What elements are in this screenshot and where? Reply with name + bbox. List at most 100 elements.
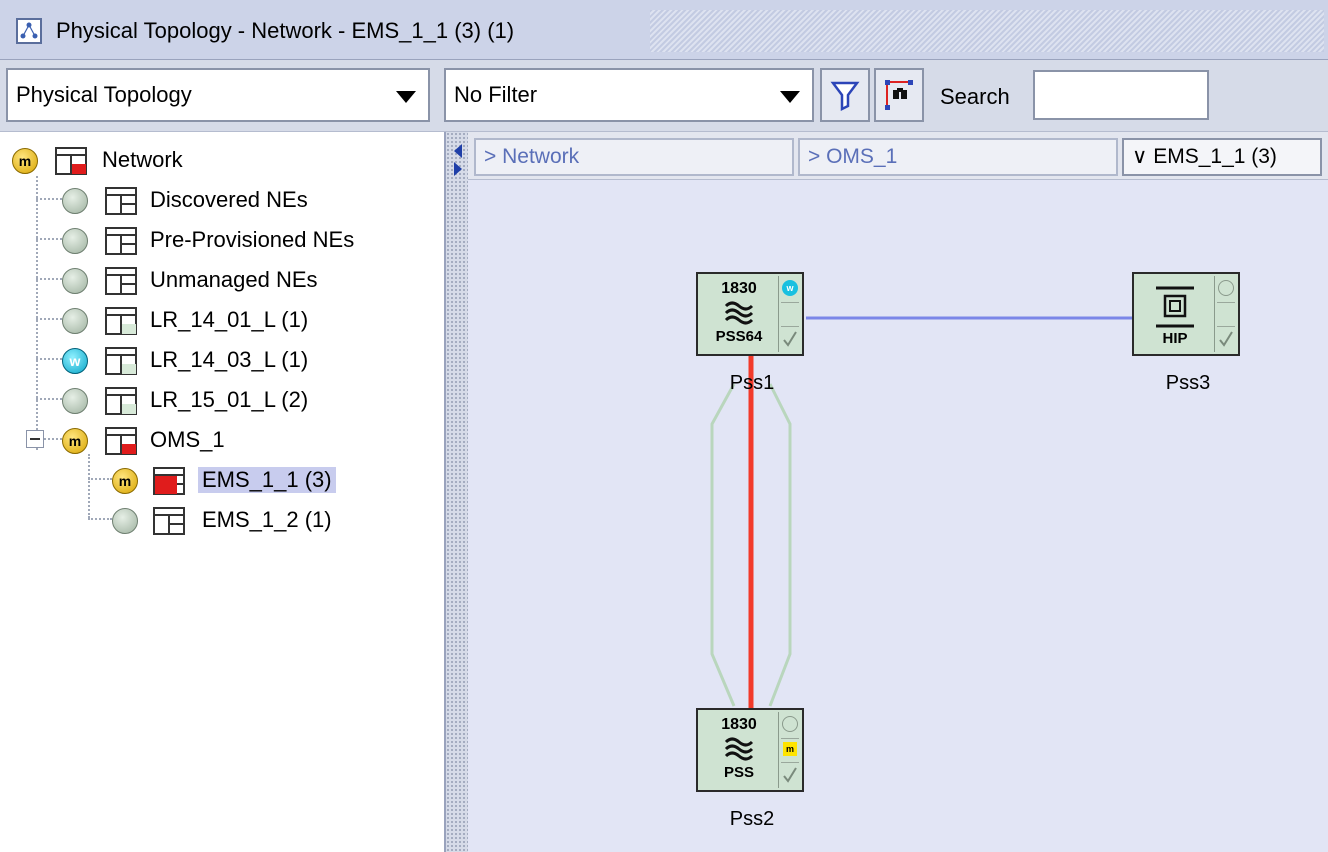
ne-name: Pss1 bbox=[729, 372, 775, 394]
ne-body: 1830 PSS bbox=[700, 712, 778, 788]
ne-status-strip: m bbox=[778, 712, 800, 788]
ne-model-top: 1830 bbox=[721, 716, 757, 733]
ne-name: Pss3 bbox=[1165, 372, 1211, 394]
ne-name: Pss2 bbox=[729, 808, 775, 830]
toolbar: Physical Topology No Filter Search bbox=[0, 60, 1328, 132]
view-select[interactable]: Physical Topology bbox=[6, 68, 430, 122]
tree-connector bbox=[88, 454, 90, 518]
find-button[interactable] bbox=[874, 68, 924, 122]
status-badge: m bbox=[112, 468, 138, 494]
check-icon bbox=[781, 326, 799, 348]
tree-connector bbox=[36, 198, 62, 200]
tree-item-unmanaged-nes[interactable]: Unmanaged NEs bbox=[62, 264, 392, 298]
tree-item-ems-1-2[interactable]: EMS_1_2 (1) bbox=[112, 504, 412, 538]
ne-body: HIP bbox=[1136, 276, 1214, 352]
tree-item-label: EMS_1_2 (1) bbox=[202, 507, 332, 532]
tree-connector bbox=[36, 318, 62, 320]
group-folder-icon bbox=[105, 227, 137, 255]
tree-item-label: LR_14_01_L (1) bbox=[150, 307, 309, 332]
filter-select[interactable]: No Filter bbox=[444, 68, 814, 122]
ne-slot bbox=[1217, 302, 1235, 324]
tree-item-lr-14-03-l[interactable]: w LR_14_03_L (1) bbox=[62, 344, 392, 378]
tree-item-label: Discovered NEs bbox=[150, 187, 308, 212]
ne-slot bbox=[781, 302, 799, 324]
chevron-down-icon bbox=[780, 91, 800, 103]
title-bar: Physical Topology - Network - EMS_1_1 (3… bbox=[0, 0, 1328, 60]
search-input[interactable] bbox=[1033, 70, 1209, 120]
collapse-toggle[interactable] bbox=[26, 430, 44, 448]
tree-item-oms-1[interactable]: m OMS_1 bbox=[62, 424, 322, 458]
ne-slot bbox=[781, 714, 799, 736]
ne-model-bottom: PSS64 bbox=[715, 328, 763, 345]
ne-alarm-slot bbox=[1218, 280, 1234, 296]
group-folder-icon bbox=[55, 147, 87, 175]
tree-item-label: Pre-Provisioned NEs bbox=[150, 227, 355, 252]
ne-alarm-slot: m bbox=[781, 738, 799, 760]
status-badge bbox=[62, 268, 88, 294]
panel-splitter[interactable] bbox=[446, 132, 468, 852]
tree-connector bbox=[36, 358, 62, 360]
filter-select-value: No Filter bbox=[454, 82, 538, 107]
check-icon bbox=[1217, 326, 1235, 348]
status-badge: m bbox=[12, 148, 38, 174]
tree-item-pre-provisioned-nes[interactable]: Pre-Provisioned NEs bbox=[62, 224, 422, 258]
tree-connector bbox=[36, 278, 62, 280]
ne-slot bbox=[1217, 278, 1235, 300]
breadcrumb: > Network > OMS_1 ∨ EMS_1_1 (3) bbox=[468, 132, 1328, 180]
tree-connector bbox=[88, 518, 112, 520]
group-folder-icon bbox=[105, 307, 137, 335]
ne-model-top: 1830 bbox=[721, 280, 757, 297]
breadcrumb-oms-1[interactable]: > OMS_1 bbox=[798, 138, 1118, 176]
group-folder-icon bbox=[105, 387, 137, 415]
status-badge bbox=[62, 308, 88, 334]
breadcrumb-network[interactable]: > Network bbox=[474, 138, 794, 176]
tree-item-label: OMS_1 bbox=[150, 427, 225, 452]
ne-status-strip: w bbox=[778, 276, 800, 352]
funnel-icon bbox=[830, 81, 860, 112]
topology-app-icon bbox=[16, 18, 42, 44]
status-badge: m bbox=[62, 428, 88, 454]
tree-connector bbox=[36, 238, 62, 240]
tree-item-network[interactable]: m Network bbox=[12, 144, 252, 178]
collapse-left-icon[interactable] bbox=[454, 144, 462, 158]
tree-item-label: LR_14_03_L (1) bbox=[150, 347, 309, 372]
status-badge: w bbox=[62, 348, 88, 374]
binoculars-icon bbox=[885, 80, 913, 110]
tree-item-discovered-nes[interactable]: Discovered NEs bbox=[62, 184, 392, 218]
topology-map[interactable]: 1830 PSS64 w Pss1 HIP Pss3 1830 PSS m Ps… bbox=[468, 180, 1328, 852]
tree-item-label: LR_15_01_L (2) bbox=[150, 387, 309, 412]
tree-item-label: Network bbox=[102, 147, 183, 172]
filter-button[interactable] bbox=[820, 68, 870, 122]
tree-item-lr-14-01-l[interactable]: LR_14_01_L (1) bbox=[62, 304, 392, 338]
optical-wave-icon bbox=[724, 737, 754, 761]
tree-item-label: EMS_1_1 (3) bbox=[198, 467, 336, 493]
fiber-link[interactable] bbox=[710, 383, 736, 707]
ne-body: 1830 PSS64 bbox=[700, 276, 778, 352]
chevron-down-icon bbox=[396, 91, 416, 103]
warning-badge: w bbox=[782, 280, 798, 296]
status-badge bbox=[62, 228, 88, 254]
window-title: Physical Topology - Network - EMS_1_1 (3… bbox=[52, 16, 521, 46]
tree-item-ems-1-1[interactable]: m EMS_1_1 (3) bbox=[112, 464, 412, 498]
subnetwork-icon bbox=[153, 507, 185, 535]
network-element-pss2[interactable]: 1830 PSS m Pss2 bbox=[696, 708, 804, 830]
network-element-pss1[interactable]: 1830 PSS64 w Pss1 bbox=[696, 272, 804, 394]
status-badge bbox=[62, 388, 88, 414]
optical-wave-icon bbox=[724, 301, 754, 325]
ne-model-bottom: HIP bbox=[1162, 330, 1188, 347]
group-folder-icon bbox=[105, 427, 137, 455]
group-folder-icon bbox=[105, 347, 137, 375]
tree-item-label: Unmanaged NEs bbox=[150, 267, 318, 292]
check-icon bbox=[781, 762, 799, 784]
fiber-link[interactable] bbox=[768, 383, 792, 707]
network-element-pss3[interactable]: HIP Pss3 bbox=[1132, 272, 1240, 394]
ne-model-bottom: PSS bbox=[723, 764, 754, 781]
breadcrumb-ems-1-1[interactable]: ∨ EMS_1_1 (3) bbox=[1122, 138, 1322, 176]
group-folder-icon bbox=[105, 267, 137, 295]
tree-item-lr-15-01-l[interactable]: LR_15_01_L (2) bbox=[62, 384, 392, 418]
view-select-value: Physical Topology bbox=[16, 82, 192, 107]
status-badge bbox=[62, 188, 88, 214]
expand-right-icon[interactable] bbox=[454, 162, 462, 176]
tree-connector bbox=[36, 398, 62, 400]
tree-connector bbox=[36, 176, 38, 450]
